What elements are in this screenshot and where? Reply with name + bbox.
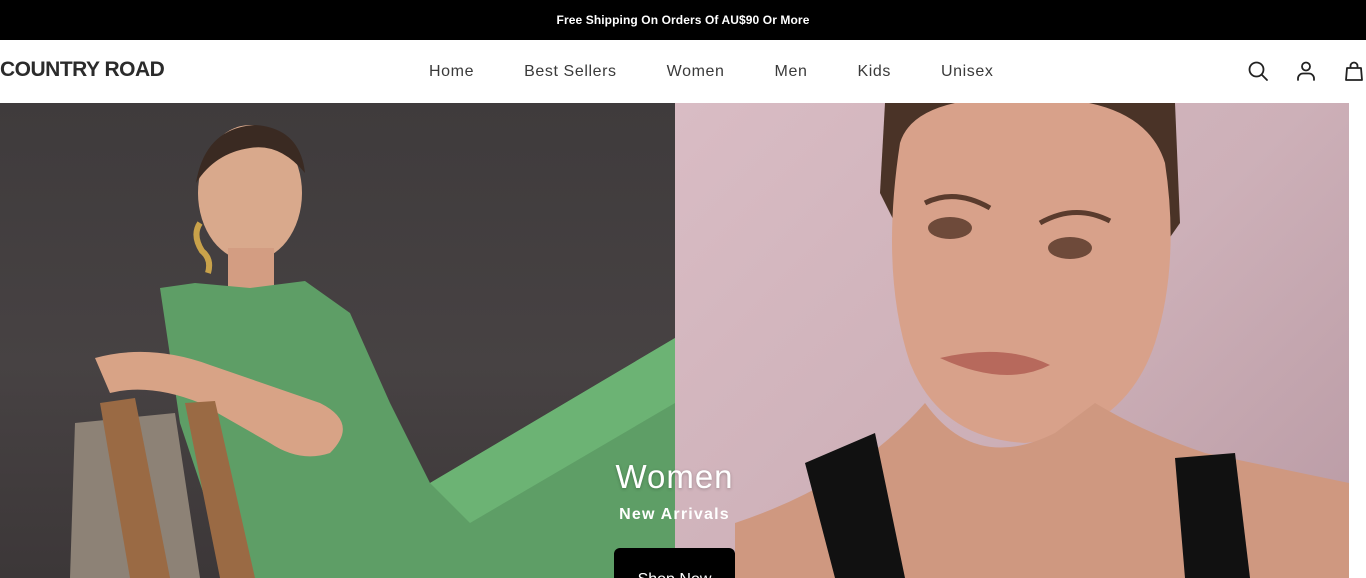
hero-right-gutter <box>1349 103 1366 578</box>
hero-banner: Women New Arrivals Shop Now <box>0 103 1366 578</box>
header-icons <box>1246 59 1366 83</box>
site-header: COUNTRY ROAD Home Best Sellers Women Men… <box>0 40 1366 103</box>
nav-home[interactable]: Home <box>429 63 474 81</box>
account-icon[interactable] <box>1294 59 1318 83</box>
nav-best-sellers[interactable]: Best Sellers <box>524 63 617 81</box>
shop-now-button[interactable]: Shop Now <box>614 548 735 578</box>
nav-men[interactable]: Men <box>775 63 808 81</box>
announcement-text: Free Shipping On Orders Of AU$90 Or More <box>556 13 810 27</box>
nav-women[interactable]: Women <box>667 63 725 81</box>
brand-logo[interactable]: COUNTRY ROAD <box>0 58 165 82</box>
nav-kids[interactable]: Kids <box>857 63 891 81</box>
hero-subtitle: New Arrivals <box>619 506 730 523</box>
announcement-bar: Free Shipping On Orders Of AU$90 Or More <box>0 0 1366 40</box>
hero-title: Women <box>615 458 734 495</box>
main-nav: Home Best Sellers Women Men Kids Unisex <box>404 40 1019 103</box>
nav-unisex[interactable]: Unisex <box>941 63 994 81</box>
search-icon[interactable] <box>1246 59 1270 83</box>
cart-icon[interactable] <box>1342 59 1366 83</box>
